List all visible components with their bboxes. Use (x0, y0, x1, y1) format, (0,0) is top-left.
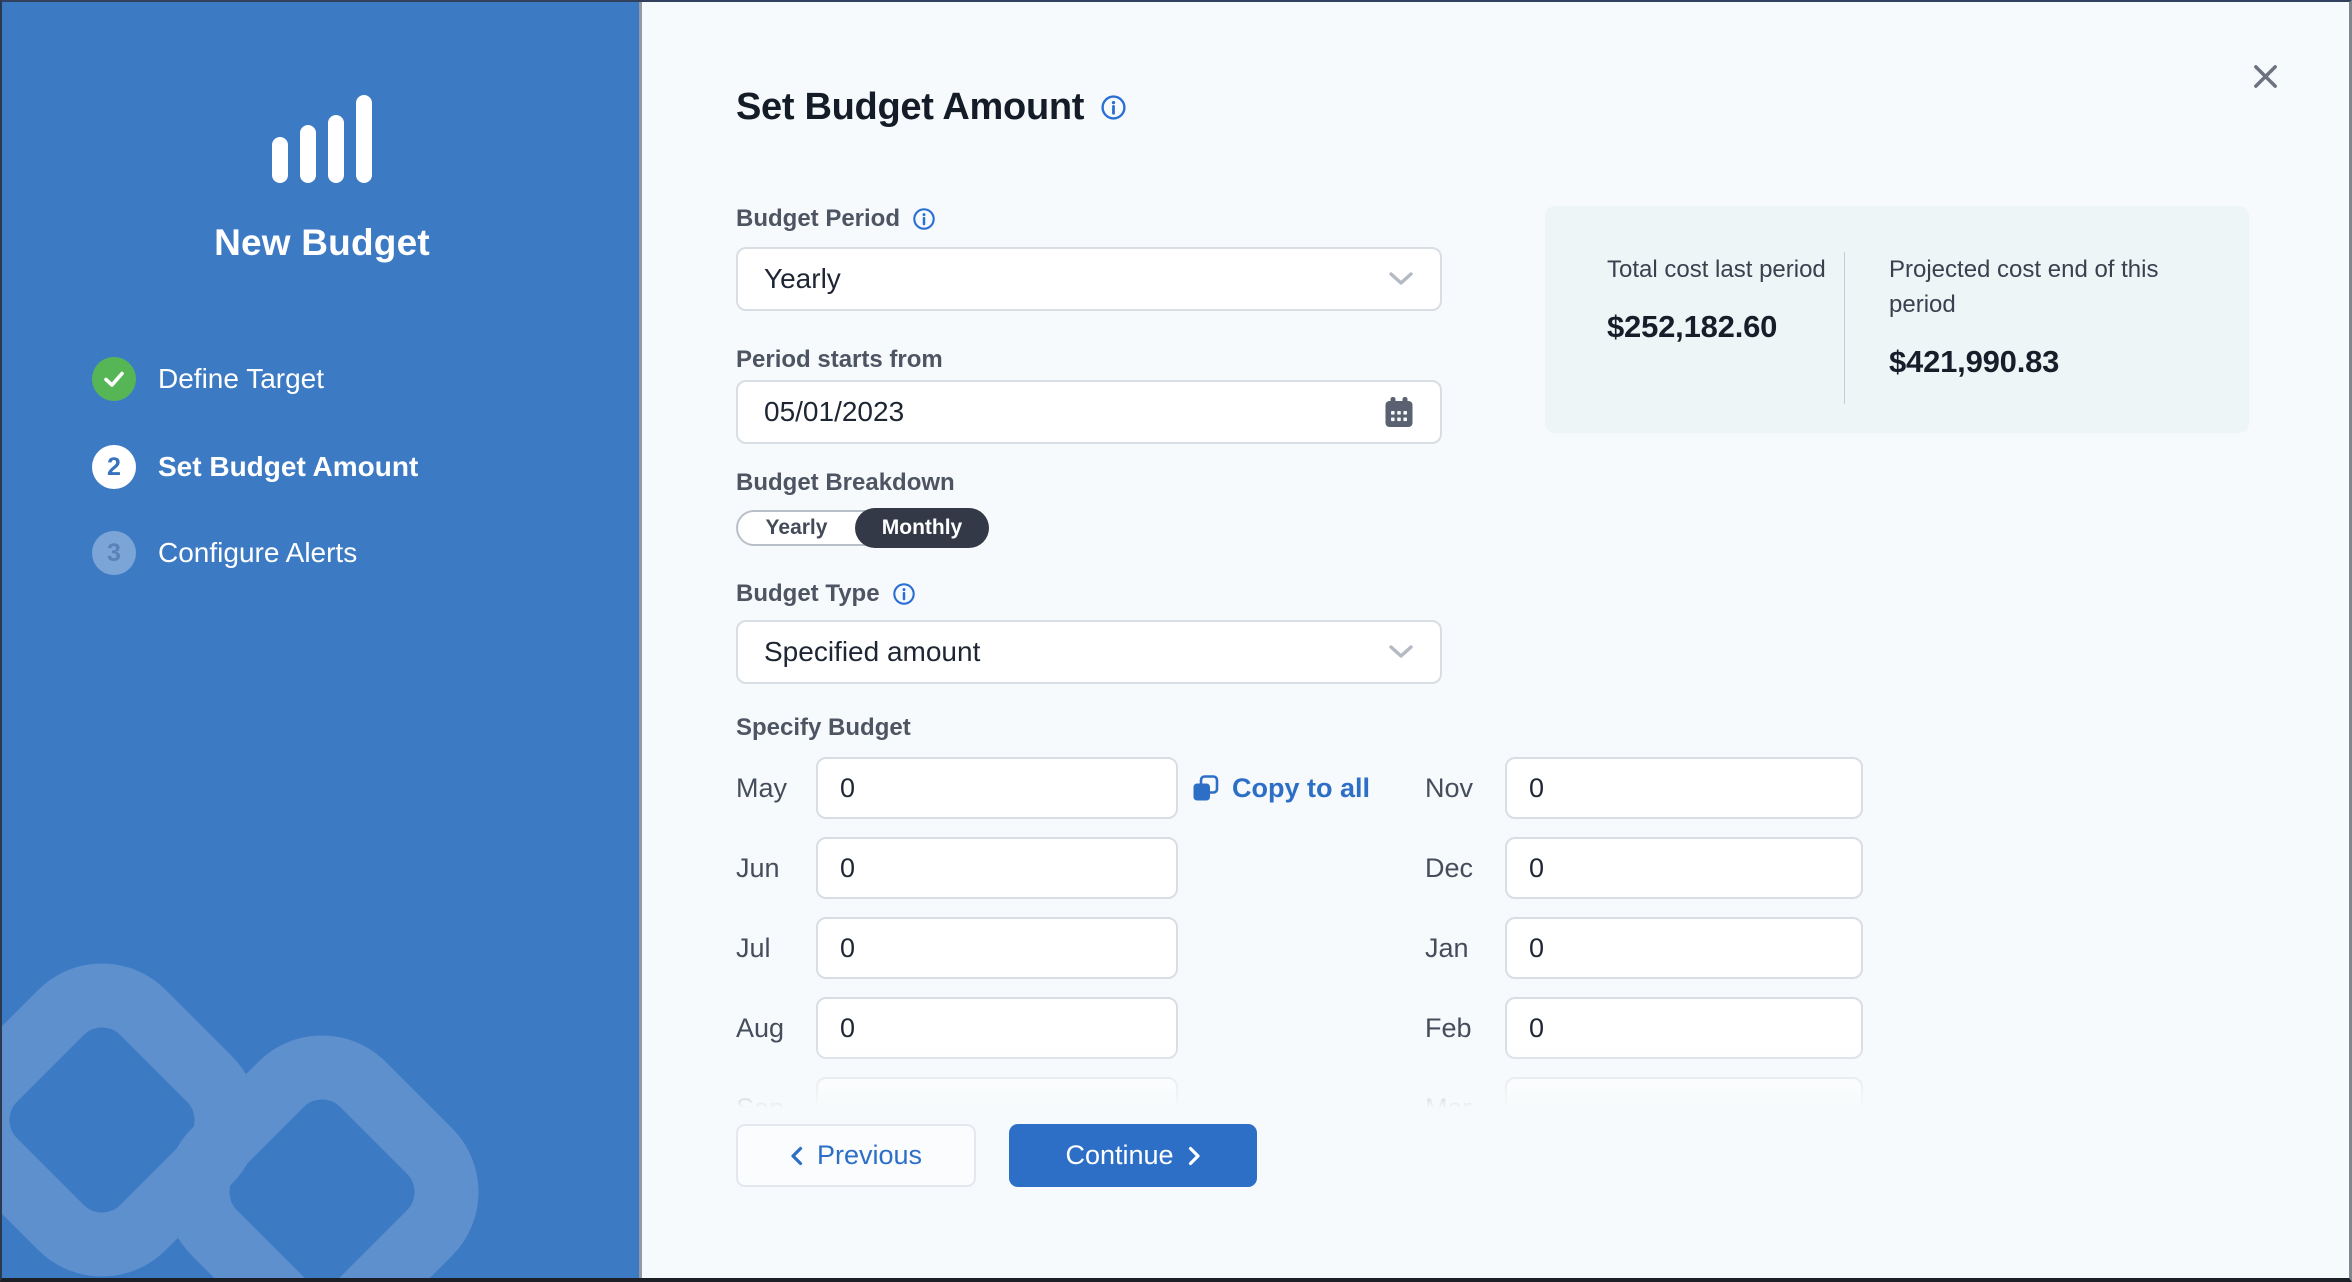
chevron-down-icon (1388, 271, 1414, 287)
budget-month-input[interactable] (816, 757, 1178, 819)
step-complete-check-icon (92, 357, 136, 401)
step-configure-alerts[interactable]: 3 Configure Alerts (92, 531, 357, 575)
step-number-badge: 3 (92, 531, 136, 575)
month-label: Dec (1425, 837, 1473, 899)
copy-to-all-button[interactable]: Copy to all (1191, 757, 1370, 819)
budget-breakdown-toggle: Yearly Monthly (736, 510, 988, 546)
step-label: Define Target (158, 363, 324, 395)
month-label: Jun (736, 837, 780, 899)
step-define-target[interactable]: Define Target (92, 357, 324, 401)
month-label: Jan (1425, 917, 1469, 979)
budget-type-label: Budget Type (736, 580, 880, 608)
brand-watermark-icon (2, 2, 642, 1278)
budget-month-input[interactable] (1505, 837, 1863, 899)
monthly-budget-grid: May Copy to all Nov Jun Dec (736, 757, 1866, 1157)
period-start-date-input[interactable]: 05/01/2023 (736, 380, 1442, 444)
projected-cost-value: $421,990.83 (1889, 344, 2204, 380)
budget-month-input[interactable] (1505, 997, 1863, 1059)
budget-type-select[interactable]: Specified amount (736, 620, 1442, 684)
projected-cost-label: Projected cost end of this period (1889, 252, 2204, 322)
previous-button[interactable]: Previous (736, 1124, 976, 1187)
step-label: Configure Alerts (158, 537, 357, 569)
total-cost-last-period-label: Total cost last period (1607, 252, 1828, 287)
info-icon[interactable] (892, 582, 916, 606)
info-icon[interactable] (912, 207, 936, 231)
budget-type-value: Specified amount (764, 636, 980, 668)
specify-budget-label: Specify Budget (736, 714, 911, 742)
wizard-sidebar: New Budget Define Target 2 Set Budget Am… (2, 2, 642, 1278)
new-budget-modal: New Budget Define Target 2 Set Budget Am… (0, 0, 2352, 1282)
period-starts-label: Period starts from (736, 346, 943, 374)
wizard-title: New Budget (2, 222, 642, 264)
info-icon[interactable] (1100, 94, 1127, 121)
total-cost-last-period-value: $252,182.60 (1607, 309, 1828, 345)
chevron-right-icon (1188, 1146, 1201, 1166)
close-icon[interactable] (2247, 58, 2283, 94)
budget-month-input[interactable] (816, 997, 1178, 1059)
budget-breakdown-label: Budget Breakdown (736, 469, 955, 497)
budget-month-input[interactable] (1505, 917, 1863, 979)
month-label: May (736, 757, 787, 819)
page-title: Set Budget Amount (736, 86, 1084, 129)
budget-month-input[interactable] (816, 917, 1178, 979)
budget-month-input[interactable] (816, 837, 1178, 899)
breakdown-option-yearly[interactable]: Yearly (738, 516, 855, 540)
period-start-date-value: 05/01/2023 (764, 396, 904, 428)
continue-button[interactable]: Continue (1009, 1124, 1257, 1187)
step-set-budget-amount[interactable]: 2 Set Budget Amount (92, 445, 418, 489)
step-label: Set Budget Amount (158, 451, 418, 483)
month-label: Aug (736, 997, 784, 1059)
budget-period-label: Budget Period (736, 205, 900, 233)
budget-period-value: Yearly (764, 263, 841, 295)
budget-month-input[interactable] (1505, 757, 1863, 819)
bar-chart-logo-icon (272, 95, 372, 183)
step-number-badge: 2 (92, 445, 136, 489)
calendar-icon[interactable] (1384, 397, 1414, 428)
copy-icon (1191, 774, 1220, 803)
chevron-down-icon (1388, 644, 1414, 660)
month-label: Feb (1425, 997, 1472, 1059)
month-label: Jul (736, 917, 771, 979)
cost-summary-card: Total cost last period $252,182.60 Proje… (1545, 206, 2249, 433)
chevron-left-icon (790, 1146, 803, 1166)
month-label: Nov (1425, 757, 1473, 819)
budget-period-select[interactable]: Yearly (736, 247, 1442, 311)
breakdown-option-monthly[interactable]: Monthly (855, 508, 989, 548)
main-panel: Set Budget Amount Budget Period Yearly (642, 2, 2349, 1278)
